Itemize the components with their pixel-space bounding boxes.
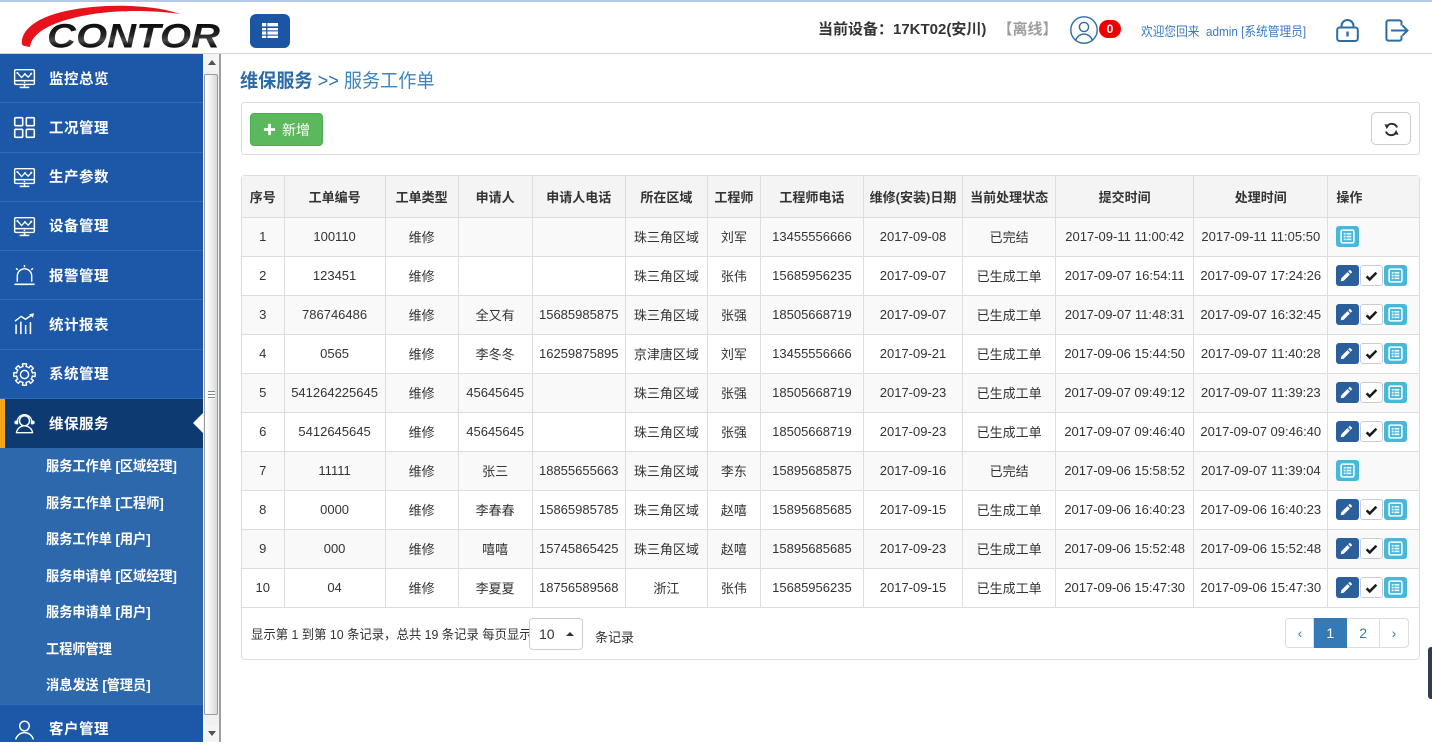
svg-text:CONTOR: CONTOR [47, 18, 221, 56]
